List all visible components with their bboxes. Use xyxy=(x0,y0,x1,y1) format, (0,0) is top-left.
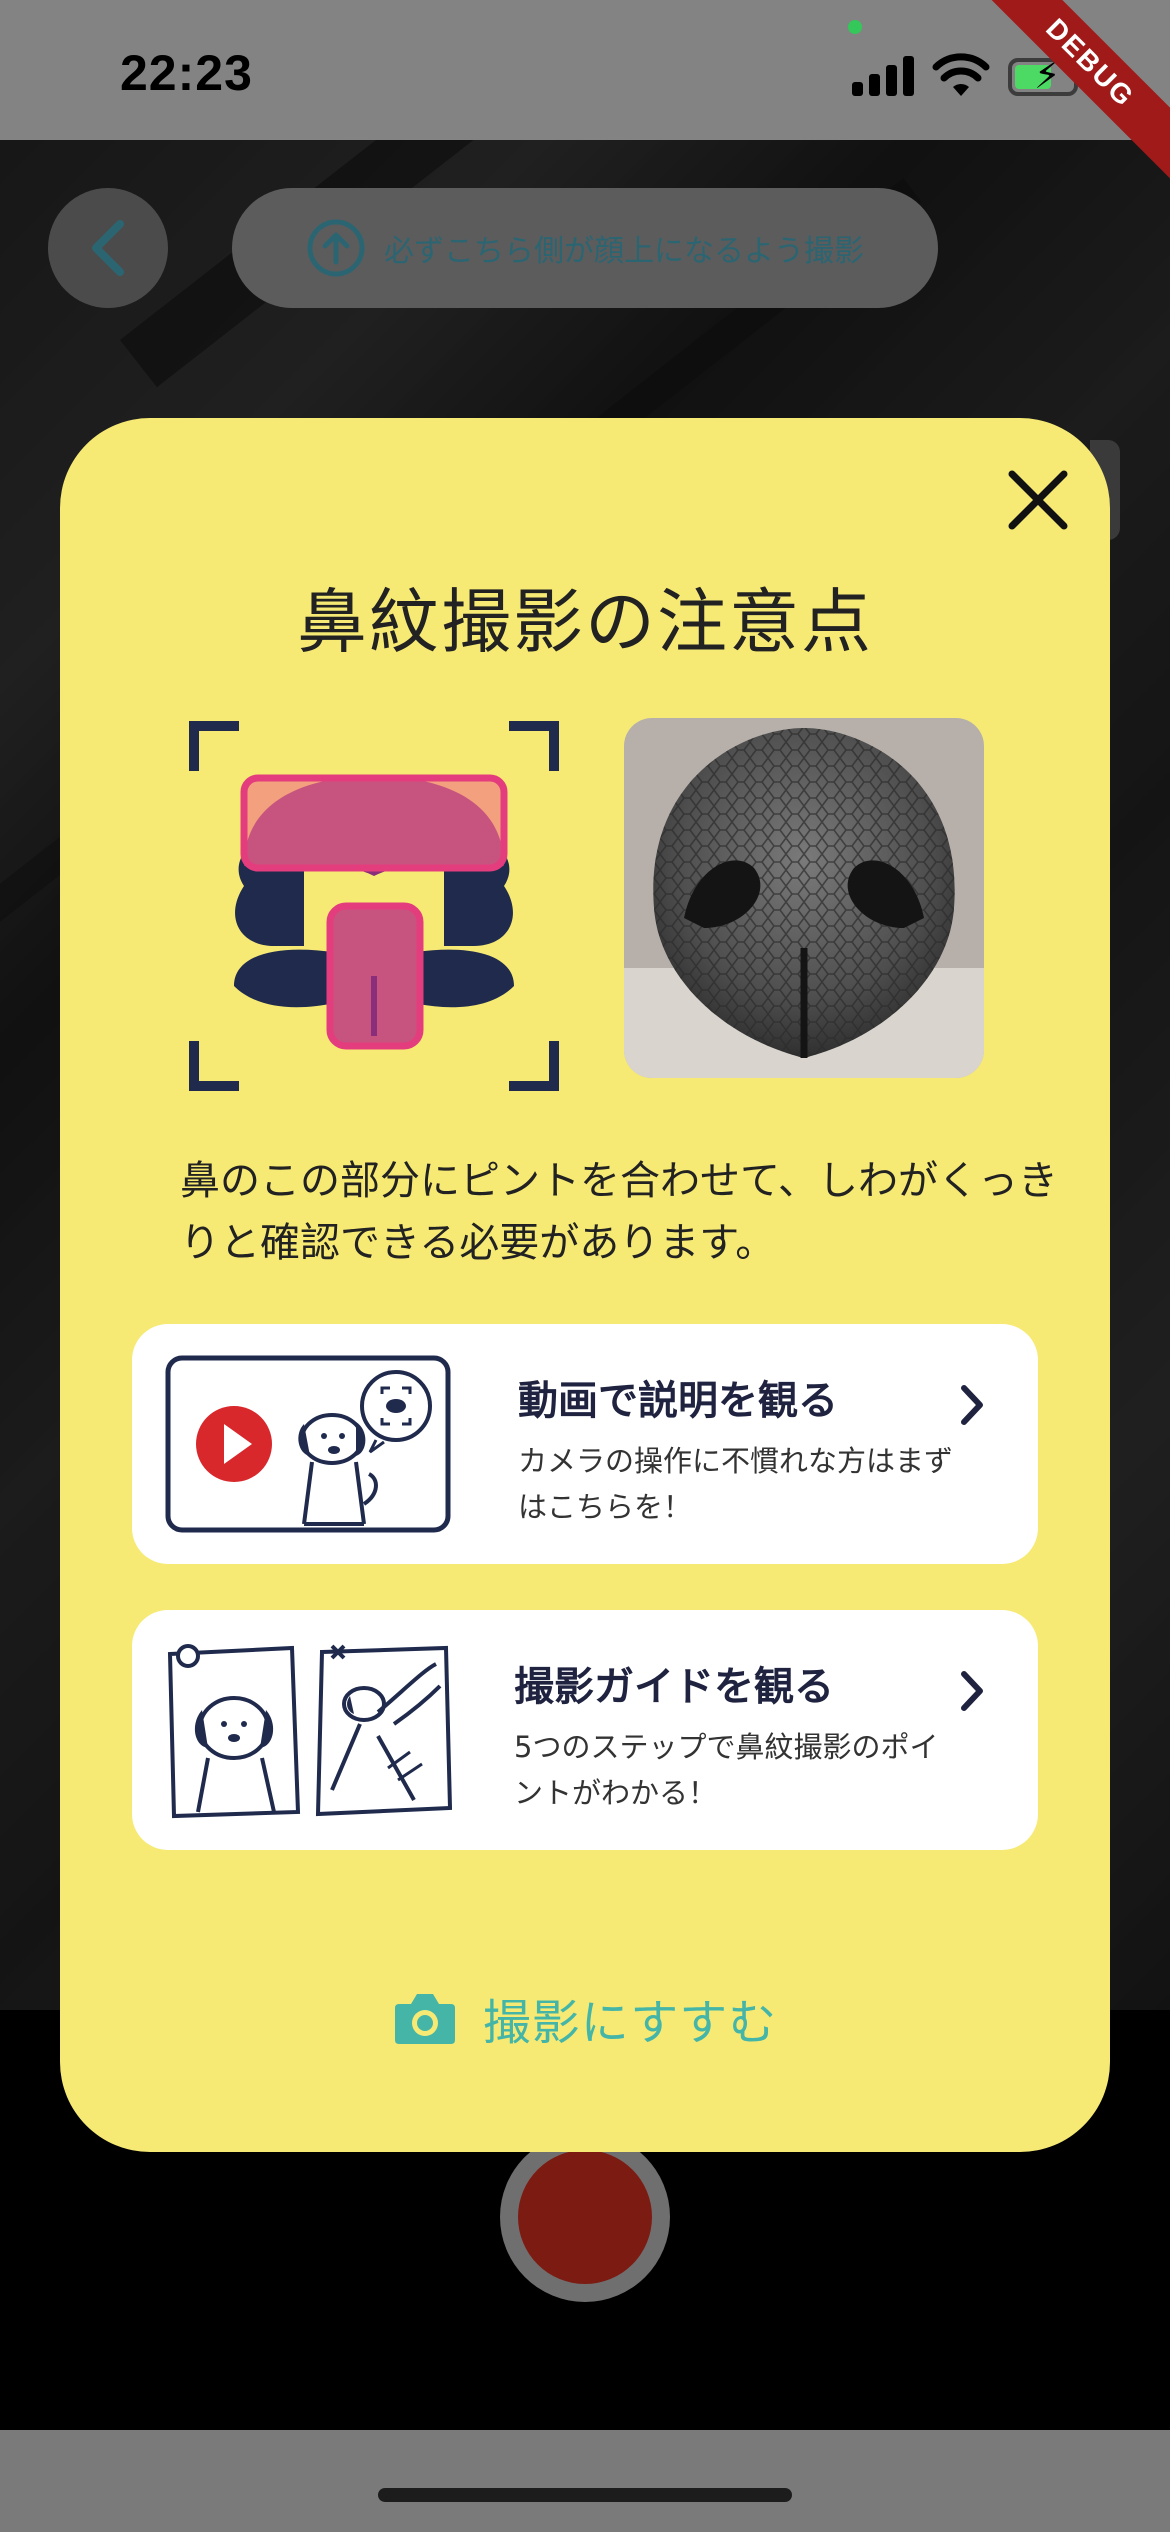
nose-print-tips-modal: 鼻紋撮影の注意点 鼻のこの部分にピントを合わせて、しわがくっきりと確認できる必要… xyxy=(60,418,1110,2152)
shooting-guide-card[interactable]: 撮影ガイドを観る 5つのステップで鼻紋撮影のポイントがわかる！ xyxy=(132,1610,1038,1850)
modal-title: 鼻紋撮影の注意点 xyxy=(297,581,873,663)
proceed-label: 撮影にすすむ xyxy=(482,1995,778,2051)
orientation-hint: 必ずこちら側が顔上になるよう撮影 xyxy=(232,188,938,308)
dog-nose-photo xyxy=(624,718,984,1078)
back-chevron-icon xyxy=(92,220,124,276)
watch-video-title: 動画で説明を観る xyxy=(518,1378,838,1424)
shutter-button-inner xyxy=(518,2150,652,2284)
chevron-right-icon xyxy=(961,1671,983,1711)
home-indicator xyxy=(378,2488,792,2502)
camera-icon xyxy=(394,1994,455,2044)
guide-thumbnail xyxy=(167,1644,452,1819)
shooting-guide-subtitle: 5つのステップで鼻紋撮影のポイントがわかる！ xyxy=(514,1730,939,1810)
watch-video-card[interactable]: 動画で説明を観る カメラの操作に不慣れな方はまずはこちらを！ xyxy=(132,1324,1038,1564)
video-thumbnail xyxy=(165,1355,451,1533)
nose-focus-diagram xyxy=(189,721,559,1091)
modal-description: 鼻のこの部分にピントを合わせて、しわがくっきりと確認できる必要があります。 xyxy=(180,1158,1058,1266)
orientation-hint-text: 必ずこちら側が顔上になるよう撮影 xyxy=(384,234,864,269)
shutter-button[interactable] xyxy=(500,2132,670,2302)
wifi-icon xyxy=(932,53,990,96)
home-area xyxy=(0,2430,1170,2532)
close-icon[interactable] xyxy=(998,460,1078,540)
shooting-guide-title: 撮影ガイドを観る xyxy=(514,1664,834,1710)
arrow-up-circle-icon xyxy=(307,219,365,277)
watch-video-subtitle: カメラの操作に不慣れな方はまずはこちらを！ xyxy=(518,1444,954,1524)
back-button[interactable] xyxy=(48,188,168,308)
status-time: 22:23 xyxy=(120,45,253,101)
signal-icon xyxy=(852,56,916,96)
proceed-to-capture-button[interactable]: 撮影にすすむ xyxy=(60,1958,1110,2078)
camera-in-use-indicator xyxy=(848,20,862,34)
chevron-right-icon xyxy=(961,1385,983,1425)
